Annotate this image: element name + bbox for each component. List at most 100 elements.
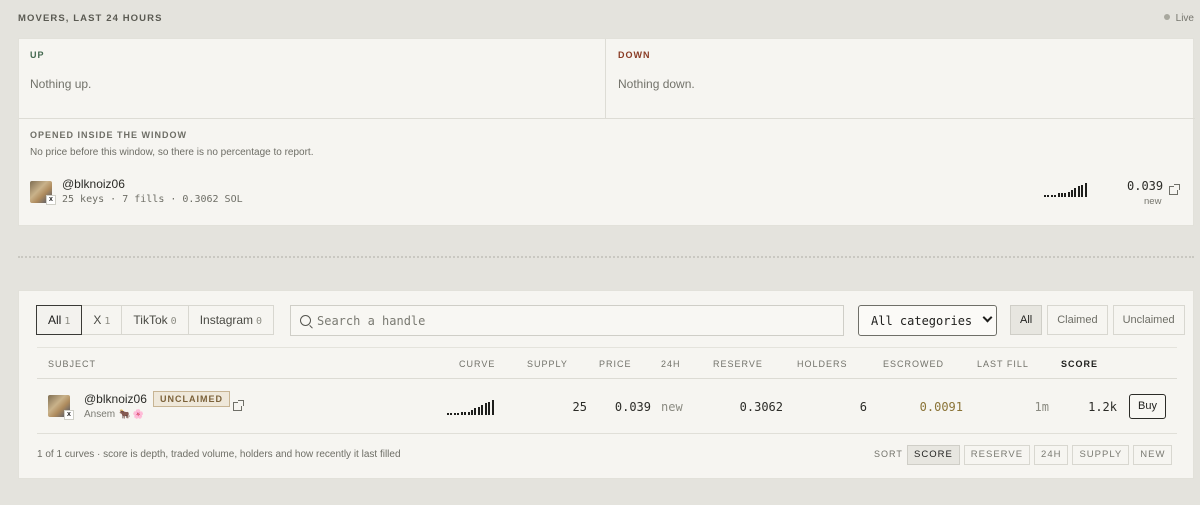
col-holders[interactable]: HOLDERS — [797, 359, 848, 369]
sparkline-bar — [457, 413, 460, 415]
down-label: DOWN — [618, 50, 651, 60]
tab-instagram[interactable]: Instagram 0 — [187, 305, 275, 335]
sort-new-button[interactable]: NEW — [1133, 445, 1173, 465]
x-platform-icon: x — [64, 410, 74, 420]
col-reserve[interactable]: RESERVE — [713, 359, 763, 369]
tab-count: 0 — [256, 316, 263, 327]
sparkline-bar — [467, 412, 470, 415]
table-header: SUBJECT CURVE SUPPLY PRICE 24H RESERVE H… — [37, 347, 1177, 379]
table-row[interactable]: x @blknoiz06 UNCLAIMED Ansem 🐂 🌸 25 0.039… — [37, 379, 1177, 434]
sparkline-bar — [453, 413, 456, 415]
cell-holders: 6 — [859, 400, 867, 414]
cell-24h: new — [661, 400, 683, 414]
search-input[interactable] — [317, 309, 827, 332]
tab-label: All — [48, 313, 62, 327]
sparkline-bar — [1074, 188, 1077, 197]
filter-unclaimed[interactable]: Unclaimed — [1112, 305, 1185, 335]
down-empty-text: Nothing down. — [618, 77, 695, 91]
row-name: Ansem — [84, 409, 116, 420]
opened-price: 0.039 — [1127, 179, 1164, 193]
sparkline-bar — [484, 403, 487, 415]
tab-count: 0 — [170, 316, 177, 327]
category-select[interactable]: All categories — [858, 305, 997, 336]
buy-button[interactable]: Buy — [1129, 394, 1166, 419]
sparkline-bar — [471, 410, 473, 415]
search-icon — [300, 315, 311, 326]
sort-score-button[interactable]: SCORE — [907, 445, 960, 465]
cell-score: 1.2k — [1088, 400, 1117, 414]
col-escrowed[interactable]: ESCROWED — [883, 359, 944, 369]
footer-note: 1 of 1 curves · score is depth, traded v… — [37, 449, 401, 460]
sparkline-bar — [491, 400, 494, 415]
row-subtitle: Ansem 🐂 🌸 — [84, 409, 144, 420]
tab-tiktok[interactable]: TikTok 0 — [121, 305, 189, 335]
col-last-fill[interactable]: LAST FILL — [977, 359, 1029, 369]
up-label: UP — [30, 50, 45, 60]
col-score[interactable]: SCORE — [1061, 359, 1098, 369]
cell-reserve: 0.3062 — [739, 400, 783, 414]
sparkline-bar — [488, 402, 491, 415]
sparkline-bar — [1081, 185, 1084, 197]
movers-header: MOVERS, LAST 24 HOURS Live — [18, 13, 1194, 27]
live-dot-icon — [1163, 14, 1170, 20]
tab-count: 1 — [104, 316, 111, 327]
col-price[interactable]: PRICE — [599, 359, 632, 369]
sparkline-bar — [1047, 195, 1050, 197]
movers-down-column: DOWN Nothing down. — [607, 39, 1195, 118]
category-emoji-icons: 🐂 🌸 — [119, 409, 145, 419]
sort-label: SORT — [874, 449, 903, 459]
search-box — [290, 305, 844, 336]
sparkline-bar — [1054, 195, 1057, 197]
claim-filters: All Claimed Unclaimed — [1010, 305, 1185, 335]
sparkline-bar — [1067, 192, 1070, 197]
external-link-icon[interactable] — [1169, 184, 1180, 195]
filter-claimed[interactable]: Claimed — [1047, 305, 1108, 335]
external-link-icon[interactable] — [233, 400, 244, 411]
cell-supply: 25 — [572, 400, 587, 414]
live-label: Live — [1175, 13, 1194, 24]
curves-card: All1 X1 TikTok0 Instagram0 All categorie… — [18, 290, 1194, 479]
sort-24h-button[interactable]: 24H — [1034, 445, 1069, 465]
status-badge: UNCLAIMED — [153, 391, 230, 407]
tab-label: TikTok — [133, 313, 168, 327]
opened-change: new — [1144, 196, 1162, 207]
movers-up-column: UP Nothing up. — [19, 39, 606, 118]
opened-section: OPENED INSIDE THE WINDOW No price before… — [19, 118, 1195, 226]
cell-last-fill: 1m — [1034, 400, 1049, 414]
sparkline-bar — [1084, 183, 1087, 197]
col-24h[interactable]: 24H — [661, 359, 681, 369]
x-platform-icon: x — [46, 195, 56, 205]
sort-supply-button[interactable]: SUPPLY — [1072, 445, 1130, 465]
tab-x[interactable]: X1 — [81, 305, 123, 335]
opened-meta: 25 keys · 7 fills · 0.3062 SOL — [62, 194, 243, 205]
col-curve[interactable]: CURVE — [459, 359, 495, 369]
filter-all[interactable]: All — [1010, 305, 1043, 335]
sparkline-bar — [460, 412, 463, 415]
chevron-down-icon — [982, 312, 993, 323]
sparkline-bar — [1044, 195, 1046, 197]
tab-all[interactable]: All 1 — [36, 305, 83, 335]
up-empty-text: Nothing up. — [30, 77, 92, 91]
opened-handle-link[interactable]: @blknoiz06 — [62, 177, 125, 191]
sort-reserve-button[interactable]: RESERVE — [963, 445, 1031, 465]
sparkline-bar — [450, 413, 453, 415]
sparkline-bar — [1064, 193, 1067, 197]
sparkline-bar — [1050, 195, 1053, 197]
sort-options: SCORE RESERVE 24H SUPPLY NEW — [907, 445, 1173, 465]
movers-title: MOVERS, LAST 24 HOURS — [18, 13, 163, 24]
sparkline-bar — [481, 405, 484, 415]
col-supply[interactable]: SUPPLY — [527, 359, 568, 369]
sparkline-bar — [477, 407, 480, 415]
row-handle-link[interactable]: @blknoiz06 — [84, 392, 147, 406]
live-indicator: Live — [1163, 13, 1194, 24]
sparkline-bar — [1071, 190, 1074, 197]
platform-tabs: All 1 X1 TikTok 0 Instagram 0 — [36, 305, 275, 335]
col-subject[interactable]: SUBJECT — [48, 359, 96, 369]
opened-title: OPENED INSIDE THE WINDOW — [30, 130, 188, 140]
tab-label: Instagram — [199, 313, 254, 327]
tab-count: 1 — [64, 316, 71, 327]
sparkline-bar — [1077, 186, 1080, 197]
row-sparkline — [447, 400, 495, 415]
category-select-value: All categories — [871, 314, 973, 328]
sparkline-bar — [464, 412, 467, 415]
